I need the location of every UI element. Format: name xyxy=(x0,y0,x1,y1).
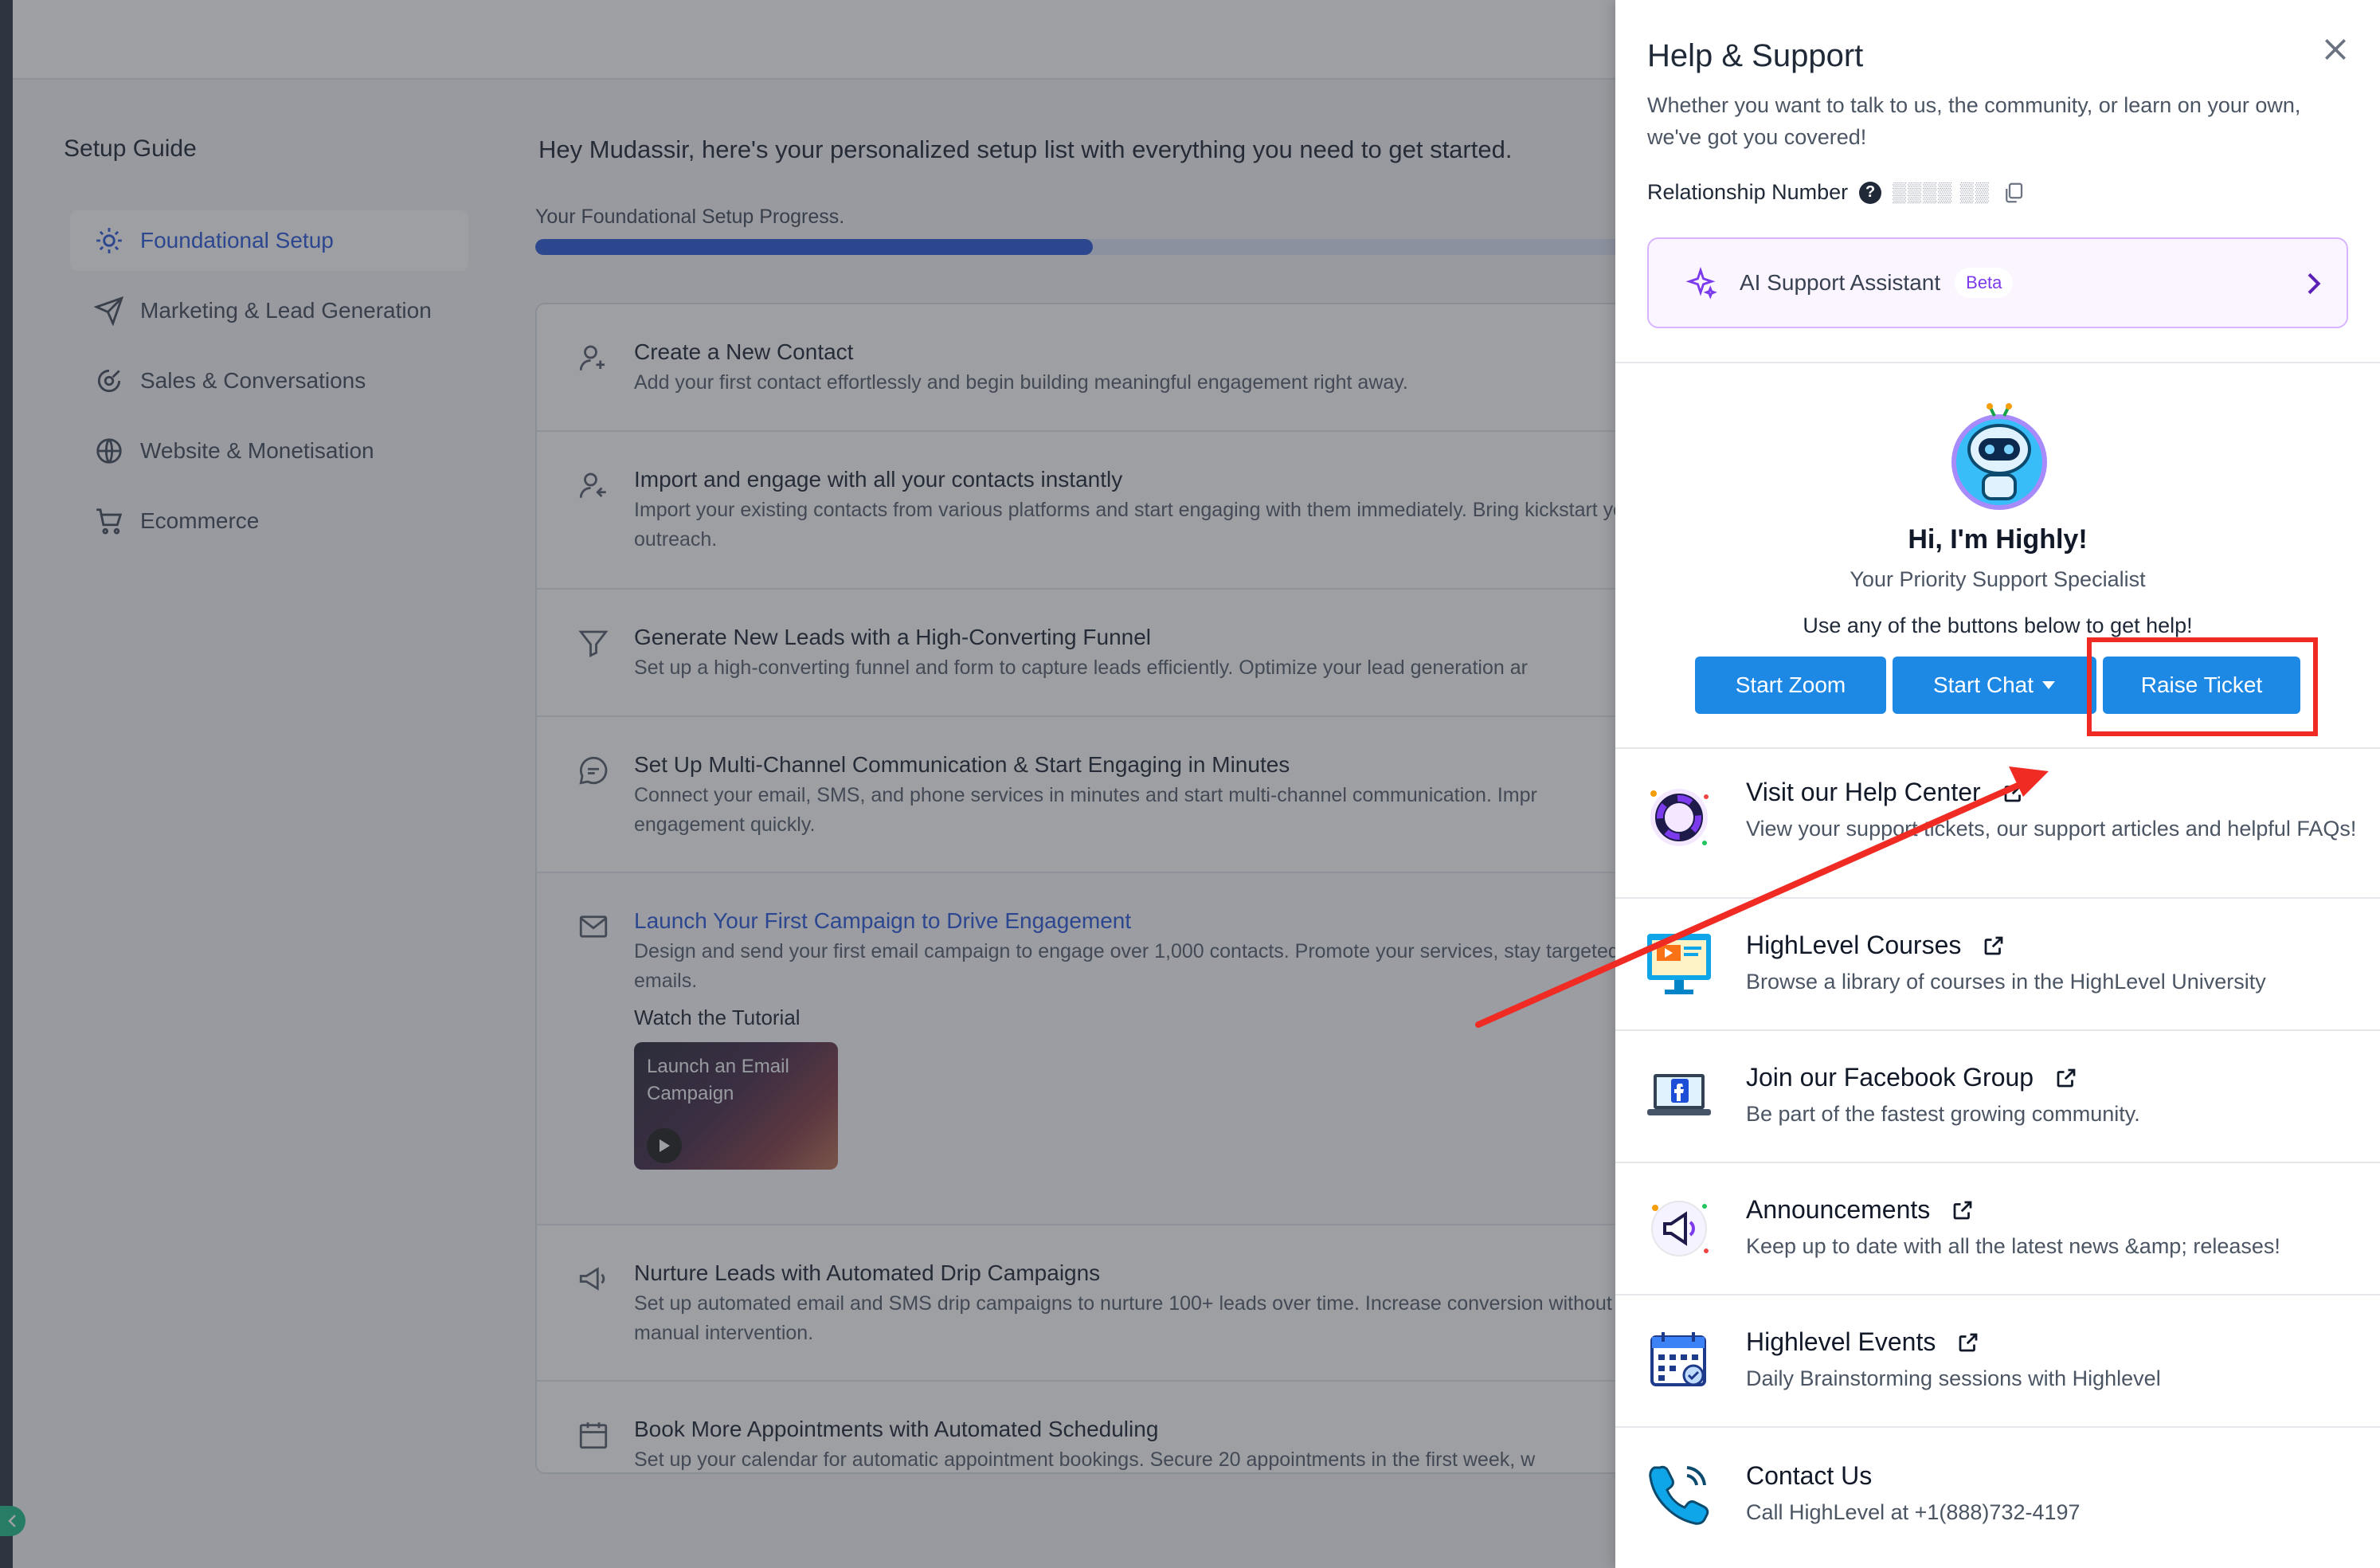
resource-announcements[interactable]: Announcements Keep up to date with all t… xyxy=(1615,1162,2380,1294)
external-link-icon xyxy=(1953,1201,1972,1219)
ai-support-label: AI Support Assistant xyxy=(1740,270,1941,295)
resource-highlevel-courses[interactable]: HighLevel Courses Browse a library of co… xyxy=(1615,897,2380,1029)
start-zoom-label: Start Zoom xyxy=(1735,672,1846,697)
resource-title: Join our Facebook Group xyxy=(1746,1063,2078,1092)
external-link-icon xyxy=(2004,783,2023,802)
start-zoom-button[interactable]: Start Zoom xyxy=(1695,657,1886,714)
question-icon[interactable]: ? xyxy=(1859,181,1882,204)
megaphone-icon xyxy=(1651,1201,1709,1256)
external-link-icon xyxy=(1984,936,2003,955)
resource-title: Highlevel Events xyxy=(1746,1327,1980,1357)
resource-description: Browse a library of courses in the HighL… xyxy=(1746,970,2266,994)
modal-backdrop[interactable] xyxy=(0,0,1615,1568)
monitor-video-icon xyxy=(1647,934,1711,994)
bot-greeting: Hi, I'm Highly! xyxy=(1908,524,2088,555)
sparkles-icon xyxy=(1685,266,1717,300)
resource-highlevel-events[interactable]: Highlevel Events Daily Brainstorming ses… xyxy=(1615,1294,2380,1426)
lifebuoy-icon xyxy=(1650,789,1709,846)
resource-help-center[interactable]: Visit our Help Center View your support … xyxy=(1615,747,2380,897)
bot-hint: Use any of the buttons below to get help… xyxy=(1803,613,2193,637)
resource-title-text: HighLevel Courses xyxy=(1746,931,1962,959)
calendar-icon xyxy=(1650,1332,1706,1386)
annotation-highlight-box xyxy=(2087,637,2318,736)
panel-subtitle: Whether you want to talk to us, the comm… xyxy=(1647,93,2301,149)
copy-icon[interactable] xyxy=(2002,181,2026,205)
resource-title-text: Visit our Help Center xyxy=(1746,778,1981,806)
relationship-number-label: Relationship Number xyxy=(1647,180,1849,204)
start-chat-label: Start Chat xyxy=(1932,672,2034,697)
resource-title-text: Contact Us xyxy=(1746,1461,1873,1490)
relationship-number-row: Relationship Number ? ▒▒▒▒ ▒▒ xyxy=(1647,180,2026,205)
panel-title: Help & Support xyxy=(1647,38,1864,73)
resource-description: Keep up to date with all the latest news… xyxy=(1746,1234,2280,1258)
resource-title: Visit our Help Center xyxy=(1746,778,2026,807)
help-support-panel: Help & Support Whether you want to talk … xyxy=(1615,0,2380,1568)
close-icon[interactable] xyxy=(2319,33,2351,65)
ai-support-assistant-card[interactable]: AI Support Assistant Beta xyxy=(1647,237,2348,328)
highly-bot-avatar-icon xyxy=(1951,403,2047,510)
relationship-number-value: ▒▒▒▒ ▒▒ xyxy=(1893,181,1991,203)
resource-description: Daily Brainstorming sessions with Highle… xyxy=(1746,1366,2161,1390)
resource-description: View your support tickets, our support a… xyxy=(1746,817,2357,841)
chevron-right-icon xyxy=(2308,272,2321,295)
resource-title-text: Highlevel Events xyxy=(1746,1327,1936,1356)
external-link-icon xyxy=(2057,1068,2076,1087)
resource-title: Announcements xyxy=(1746,1195,1975,1225)
beta-badge: Beta xyxy=(1955,268,2014,298)
resource-title-text: Announcements xyxy=(1746,1195,1931,1224)
caret-down-icon xyxy=(2042,681,2056,689)
phone-icon xyxy=(1649,1465,1709,1525)
resource-title-text: Join our Facebook Group xyxy=(1746,1063,2034,1092)
resource-description: Be part of the fastest growing community… xyxy=(1746,1102,2140,1126)
bot-role: Your Priority Support Specialist xyxy=(1850,567,2146,591)
resource-title: HighLevel Courses xyxy=(1746,931,2006,960)
resource-contact-us[interactable]: Contact Us Call HighLevel at +1(888)732-… xyxy=(1615,1426,2380,1568)
laptop-facebook-icon xyxy=(1647,1074,1711,1115)
resource-description: Call HighLevel at +1(888)732-4197 xyxy=(1746,1500,2081,1524)
resource-facebook-group[interactable]: Join our Facebook Group Be part of the f… xyxy=(1615,1029,2380,1162)
start-chat-button[interactable]: Start Chat xyxy=(1893,657,2096,714)
external-link-icon xyxy=(1959,1333,1978,1351)
resource-title: Contact Us xyxy=(1746,1461,1872,1491)
divider xyxy=(1615,362,2380,363)
